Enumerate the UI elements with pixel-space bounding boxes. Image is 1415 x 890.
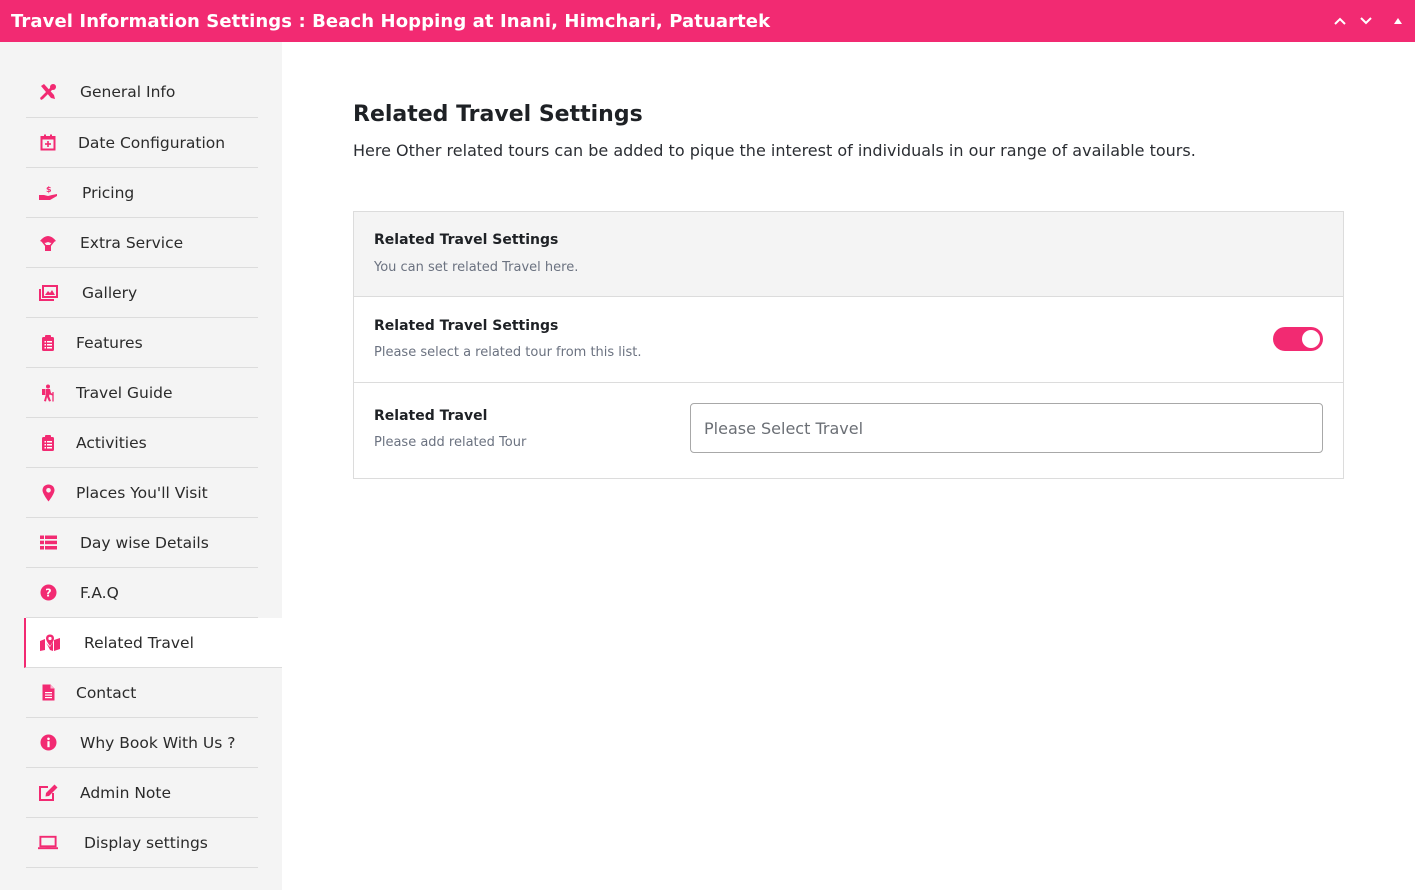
panel-header: Related Travel Settings You can set rela… (354, 212, 1343, 297)
file-alt-icon (38, 683, 58, 703)
select-placeholder: Please Select Travel (704, 418, 864, 438)
sidebar-nav: General Info Date Configuration $ Pricin… (0, 42, 282, 890)
hiking-icon (38, 383, 58, 403)
panel-header-title: Related Travel Settings (374, 232, 559, 248)
list-icon (38, 533, 58, 553)
sidebar-item-travel-guide[interactable]: Travel Guide (26, 368, 258, 418)
settings-panel: Related Travel Settings You can set rela… (353, 211, 1344, 479)
main-content: Related Travel Settings Here Other relat… (282, 42, 1415, 890)
hand-dollar-icon: $ (38, 183, 58, 203)
sidebar-item-faq[interactable]: ? F.A.Q (26, 568, 258, 618)
parachute-box-icon (38, 233, 58, 253)
calendar-plus-icon (38, 133, 58, 153)
page-description: Here Other related tours can be added to… (353, 141, 1196, 160)
sidebar-item-extra-service[interactable]: Extra Service (26, 218, 258, 268)
map-marker-icon (38, 483, 58, 503)
images-icon (38, 283, 58, 303)
sidebar-item-display-settings[interactable]: Display settings (26, 818, 258, 868)
sidebar-item-places-youll-visit[interactable]: Places You'll Visit (26, 468, 258, 518)
question-circle-icon: ? (38, 583, 58, 603)
sidebar-item-features[interactable]: Features (26, 318, 258, 368)
title-bar: Travel Information Settings : Beach Hopp… (0, 0, 1415, 42)
tools-icon (38, 82, 58, 102)
chevron-down-icon[interactable] (1357, 12, 1375, 30)
svg-text:?: ? (45, 587, 51, 600)
info-circle-icon (38, 733, 58, 753)
page-title: Related Travel Settings (353, 102, 643, 127)
sidebar-item-why-book-with-us[interactable]: Why Book With Us ? (26, 718, 258, 768)
sidebar-item-related-travel[interactable]: Related Travel (24, 618, 282, 668)
clipboard-list-icon (38, 333, 58, 353)
triangle-up-icon[interactable] (1389, 12, 1407, 30)
sidebar-item-pricing[interactable]: $ Pricing (26, 168, 258, 218)
related-travel-toggle[interactable] (1273, 327, 1323, 351)
clipboard-list-icon (38, 433, 58, 453)
panel-header-subtitle: You can set related Travel here. (374, 260, 579, 275)
sidebar-item-admin-note[interactable]: Admin Note (26, 768, 258, 818)
window-controls (1331, 12, 1415, 30)
sidebar-item-day-wise-details[interactable]: Day wise Details (26, 518, 258, 568)
select-row-title: Related Travel (374, 408, 488, 424)
sidebar-item-date-configuration[interactable]: Date Configuration (26, 118, 258, 168)
sidebar-item-general-info[interactable]: General Info (26, 67, 258, 118)
svg-text:$: $ (46, 185, 52, 194)
map-location-icon (40, 633, 60, 653)
toggle-row-title: Related Travel Settings (374, 318, 559, 334)
chevron-up-icon[interactable] (1331, 12, 1349, 30)
related-travel-select[interactable]: Please Select Travel (690, 403, 1323, 453)
sidebar-item-activities[interactable]: Activities (26, 418, 258, 468)
edit-icon (38, 783, 58, 803)
related-travel-select-row: Related Travel Please add related Tour P… (354, 383, 1343, 478)
related-travel-toggle-row: Related Travel Settings Please select a … (354, 297, 1343, 383)
sidebar-item-contact[interactable]: Contact (26, 668, 258, 718)
toggle-row-subtitle: Please select a related tour from this l… (374, 345, 642, 360)
toggle-knob (1302, 330, 1320, 348)
sidebar-item-gallery[interactable]: Gallery (26, 268, 258, 318)
laptop-icon (38, 833, 58, 853)
select-row-subtitle: Please add related Tour (374, 435, 527, 450)
window-title: Travel Information Settings : Beach Hopp… (11, 10, 771, 32)
